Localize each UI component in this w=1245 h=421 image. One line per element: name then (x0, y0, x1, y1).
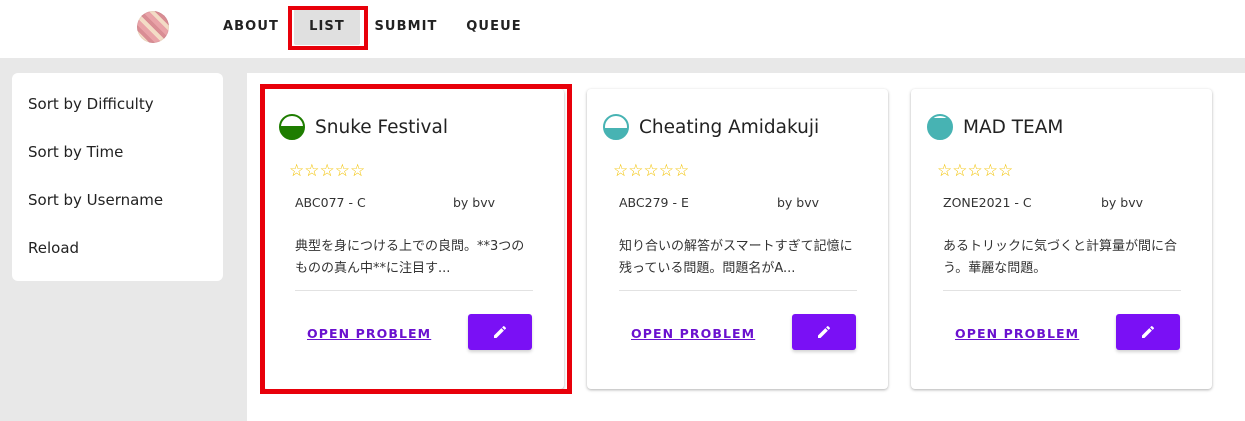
difficulty-circle-icon (279, 114, 305, 140)
nav-submit[interactable]: SUBMIT (370, 9, 442, 45)
sort-by-username[interactable]: Sort by Username (28, 188, 163, 212)
problem-title: MAD TEAM (963, 117, 1064, 138)
problem-title: Cheating Amidakuji (639, 117, 820, 138)
rating-stars: ☆☆☆☆☆ (937, 161, 1014, 181)
open-problem-link[interactable]: OPEN PROBLEM (955, 325, 1079, 343)
edit-button[interactable] (468, 314, 532, 350)
contest-id: ABC077 - C (295, 195, 366, 210)
pencil-icon (494, 325, 507, 338)
problem-title: Snuke Festival (315, 117, 448, 138)
contest-id: ZONE2021 - C (943, 195, 1032, 210)
top-app-bar: ABOUT LIST SUBMIT QUEUE (0, 0, 1245, 58)
card-divider (943, 290, 1181, 291)
problem-author: by bvv (453, 195, 496, 210)
reload-button[interactable]: Reload (28, 236, 79, 260)
pencil-icon (818, 325, 831, 338)
nav-about[interactable]: ABOUT (218, 9, 284, 45)
problem-card: Cheating Amidakuji ☆☆☆☆☆ ABC279 - E by b… (587, 89, 888, 389)
rating-stars: ☆☆☆☆☆ (613, 161, 690, 181)
difficulty-circle-icon (927, 114, 953, 140)
problem-card: MAD TEAM ☆☆☆☆☆ ZONE2021 - C by bvv あるトリッ… (911, 89, 1212, 389)
nav-list[interactable]: LIST (294, 9, 360, 45)
open-problem-link[interactable]: OPEN PROBLEM (631, 325, 755, 343)
site-logo[interactable] (137, 11, 169, 43)
contest-id: ABC279 - E (619, 195, 689, 210)
problem-author: by bvv (777, 195, 820, 210)
sort-by-difficulty[interactable]: Sort by Difficulty (28, 92, 154, 116)
nav-queue[interactable]: QUEUE (460, 9, 528, 45)
problem-author: by bvv (1101, 195, 1144, 210)
pencil-icon (1142, 325, 1155, 338)
sort-sidebar: Sort by Difficulty Sort by Time Sort by … (12, 73, 223, 281)
rating-stars: ☆☆☆☆☆ (289, 161, 366, 181)
problem-description: あるトリックに気づくと計算量が間に合う。華麗な問題。 (943, 239, 1178, 276)
open-problem-link[interactable]: OPEN PROBLEM (307, 325, 431, 343)
card-divider (619, 290, 857, 291)
difficulty-circle-icon (603, 114, 629, 140)
card-divider (295, 290, 533, 291)
problem-description: 典型を身につける上での良問。**3つのものの真ん中**に注目す... (295, 239, 525, 276)
edit-button[interactable] (1116, 314, 1180, 350)
edit-button[interactable] (792, 314, 856, 350)
problem-card: Snuke Festival ☆☆☆☆☆ ABC077 - C by bvv 典… (263, 89, 564, 389)
problem-description: 知り合いの解答がスマートすぎて記憶に残っている問題。問題名がA... (619, 239, 853, 276)
sort-by-time[interactable]: Sort by Time (28, 140, 123, 164)
